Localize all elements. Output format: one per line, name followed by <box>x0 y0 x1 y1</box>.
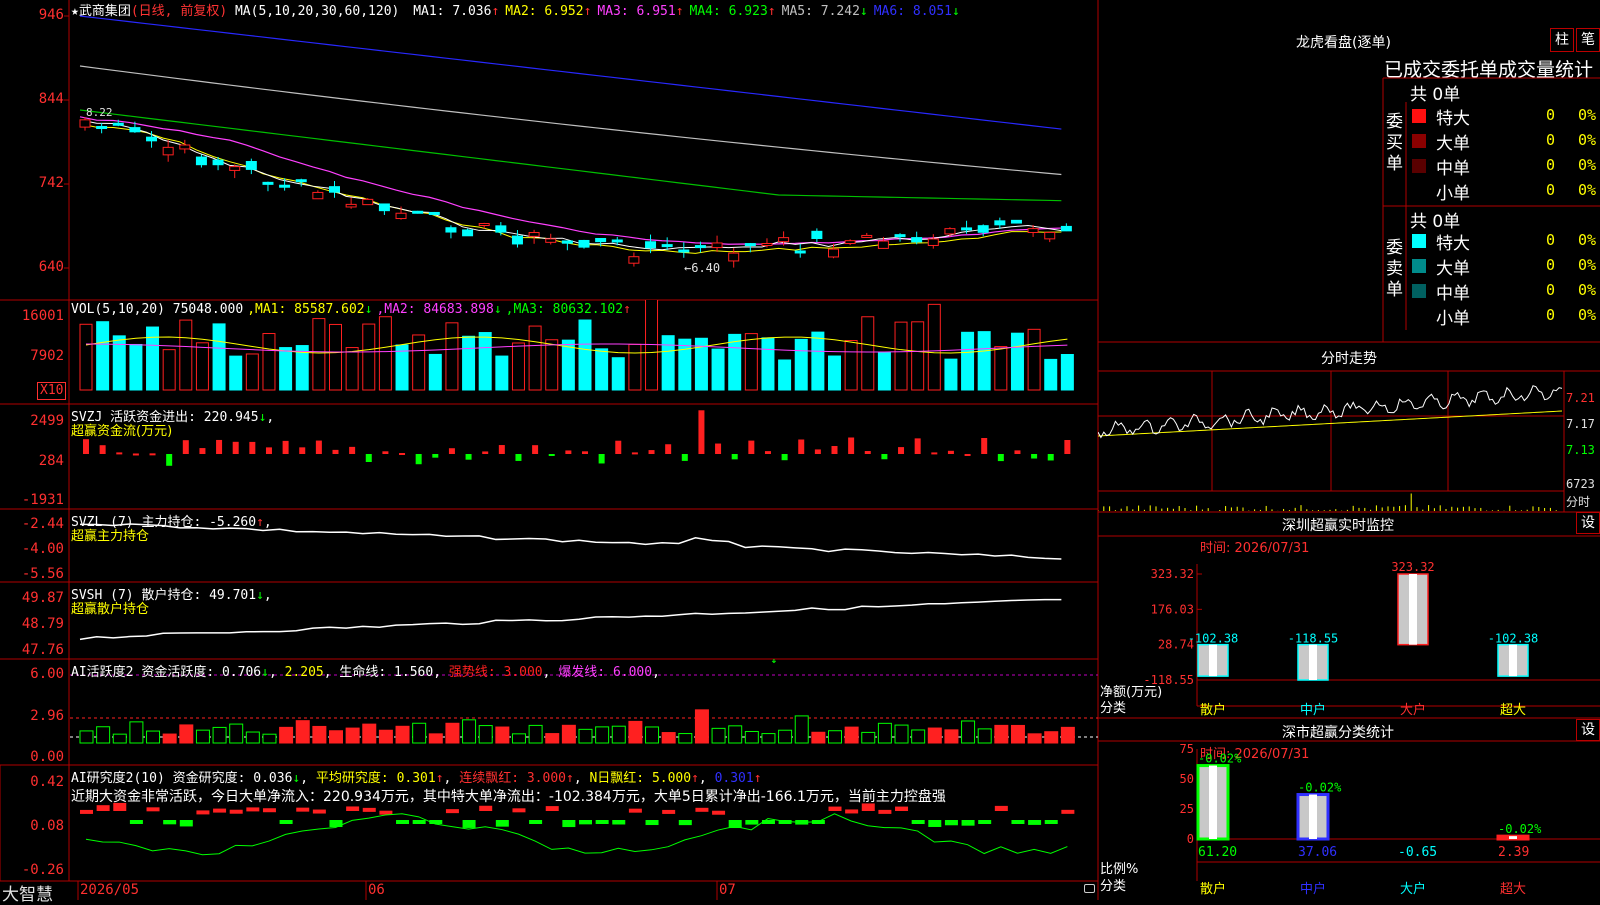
classify-y-label: 75 <box>1180 742 1194 756</box>
stat-row-count: 0 <box>1546 131 1556 149</box>
intraday-vol-label: 6723 <box>1566 477 1595 491</box>
intraday-chart[interactable] <box>1098 371 1600 512</box>
stat-row-percent: 0% <box>1578 256 1597 274</box>
classify-value-label: 61.20 <box>1198 845 1237 860</box>
stat-row-name: 中单 <box>1436 159 1470 179</box>
stat-row-name: 中单 <box>1436 284 1470 304</box>
buy-total: 共 0单 <box>1410 85 1461 105</box>
classify-settings-button[interactable]: 设 <box>1576 719 1600 741</box>
stat-row-percent: 0% <box>1578 306 1597 324</box>
stat-row-name: 大单 <box>1436 259 1470 279</box>
classify-y-label: 50 <box>1180 772 1194 786</box>
classify-y-label: 0 <box>1187 832 1194 846</box>
monitor-value-label: -102.38 <box>1188 632 1239 646</box>
intraday-avg-line <box>1098 410 1563 437</box>
stat-row-count: 0 <box>1546 306 1556 324</box>
stat-row-count: 0 <box>1546 106 1556 124</box>
classify-bar-highlight <box>1309 794 1317 839</box>
stat-row[interactable]: 小单 0 0% <box>1410 179 1600 204</box>
intraday-y-label: 7.17 <box>1566 417 1595 431</box>
stat-row[interactable]: 中单 0 0% <box>1410 154 1600 179</box>
monitor-value-label: -102.38 <box>1488 632 1539 646</box>
monitor-y-label: -118.55 <box>1143 673 1194 687</box>
stat-row[interactable]: 特大 0 0% <box>1410 104 1600 129</box>
color-swatch <box>1412 309 1426 323</box>
stat-row-count: 0 <box>1546 231 1556 249</box>
stat-row-percent: 0% <box>1578 131 1597 149</box>
stat-row[interactable]: 大单 0 0% <box>1410 129 1600 154</box>
monitor-bar-highlight <box>1509 644 1517 677</box>
monitor-settings-button[interactable]: 设 <box>1576 512 1600 534</box>
stat-row[interactable]: 中单 0 0% <box>1410 279 1600 304</box>
sell-side-label: 委卖单 <box>1386 238 1403 300</box>
stat-row-count: 0 <box>1546 256 1556 274</box>
color-swatch <box>1412 109 1426 123</box>
stat-row-name: 小单 <box>1436 309 1470 329</box>
classify-category-label: 超大 <box>1500 882 1526 897</box>
stat-row-count: 0 <box>1546 156 1556 174</box>
color-swatch <box>1412 159 1426 173</box>
classify-value-label: 37.06 <box>1298 845 1337 860</box>
classify-top-label: -0.02% <box>1198 752 1242 766</box>
stat-row-name: 特大 <box>1436 109 1470 129</box>
classify-title: 深市超赢分类统计 <box>1282 725 1394 741</box>
monitor-category-label: 超大 <box>1500 703 1526 718</box>
buy-side-label: 委买单 <box>1386 112 1403 174</box>
color-swatch <box>1412 134 1426 148</box>
monitor-category-label: 散户 <box>1200 702 1226 718</box>
classify-bar-highlight <box>1509 836 1517 839</box>
monitor-y-label: 176.03 <box>1151 602 1194 616</box>
classify-value-label: 2.39 <box>1498 845 1529 860</box>
stat-row-percent: 0% <box>1578 181 1597 199</box>
intraday-price-line <box>1098 385 1563 439</box>
classify-top-label: -0.02% <box>1298 781 1342 795</box>
intraday-title: 分时走势 <box>1321 351 1377 367</box>
classify-bar-highlight <box>1209 765 1217 839</box>
stat-row[interactable]: 大单 0 0% <box>1410 254 1600 279</box>
monitor-bar-highlight <box>1409 574 1417 645</box>
stat-row-name: 大单 <box>1436 134 1470 154</box>
stat-row[interactable]: 小单 0 0% <box>1410 304 1600 329</box>
stat-row-count: 0 <box>1546 181 1556 199</box>
classify-bar-chart[interactable]: 75 50 25 0 -0.02% 61.20 散户 -0.02% 37.06 中户 -0.65 大户… <box>1098 741 1600 900</box>
stat-row-percent: 0% <box>1578 231 1597 249</box>
intraday-unit: 分时 <box>1566 495 1591 509</box>
classify-value-label: -0.65 <box>1398 845 1437 860</box>
intraday-y-label: 7.13 <box>1566 443 1595 457</box>
classify-top-label: -0.02% <box>1498 822 1542 836</box>
monitor-bar-highlight <box>1209 644 1217 677</box>
stat-row-name: 特大 <box>1436 234 1470 254</box>
classify-category-label: 中户 <box>1300 881 1326 897</box>
monitor-value-label: 323.32 <box>1391 560 1434 574</box>
monitor-value-label: -118.55 <box>1288 632 1339 646</box>
classify-category-label: 大户 <box>1400 881 1426 897</box>
monitor-title: 深圳超赢实时监控 <box>1282 518 1394 534</box>
monitor-bar-chart[interactable]: 323.32176.0328.74-118.55-102.38散户-118.55… <box>1098 536 1600 718</box>
stat-row-percent: 0% <box>1578 281 1597 299</box>
classify-y-label: 25 <box>1180 802 1194 816</box>
classify-category-label: 散户 <box>1200 881 1226 897</box>
stat-row-percent: 0% <box>1578 156 1597 174</box>
intraday-y-label: 7.21 <box>1566 391 1595 405</box>
stat-row[interactable]: 特大 0 0% <box>1410 229 1600 254</box>
monitor-category-label: 大户 <box>1400 702 1426 718</box>
stat-row-percent: 0% <box>1578 106 1597 124</box>
color-swatch <box>1412 259 1426 273</box>
color-swatch <box>1412 284 1426 298</box>
monitor-bar-highlight <box>1309 644 1317 680</box>
monitor-y-label: 323.32 <box>1151 567 1194 581</box>
stat-row-count: 0 <box>1546 281 1556 299</box>
monitor-category-label: 中户 <box>1300 702 1326 718</box>
color-swatch <box>1412 234 1426 248</box>
color-swatch <box>1412 184 1426 198</box>
stat-row-name: 小单 <box>1436 184 1470 204</box>
